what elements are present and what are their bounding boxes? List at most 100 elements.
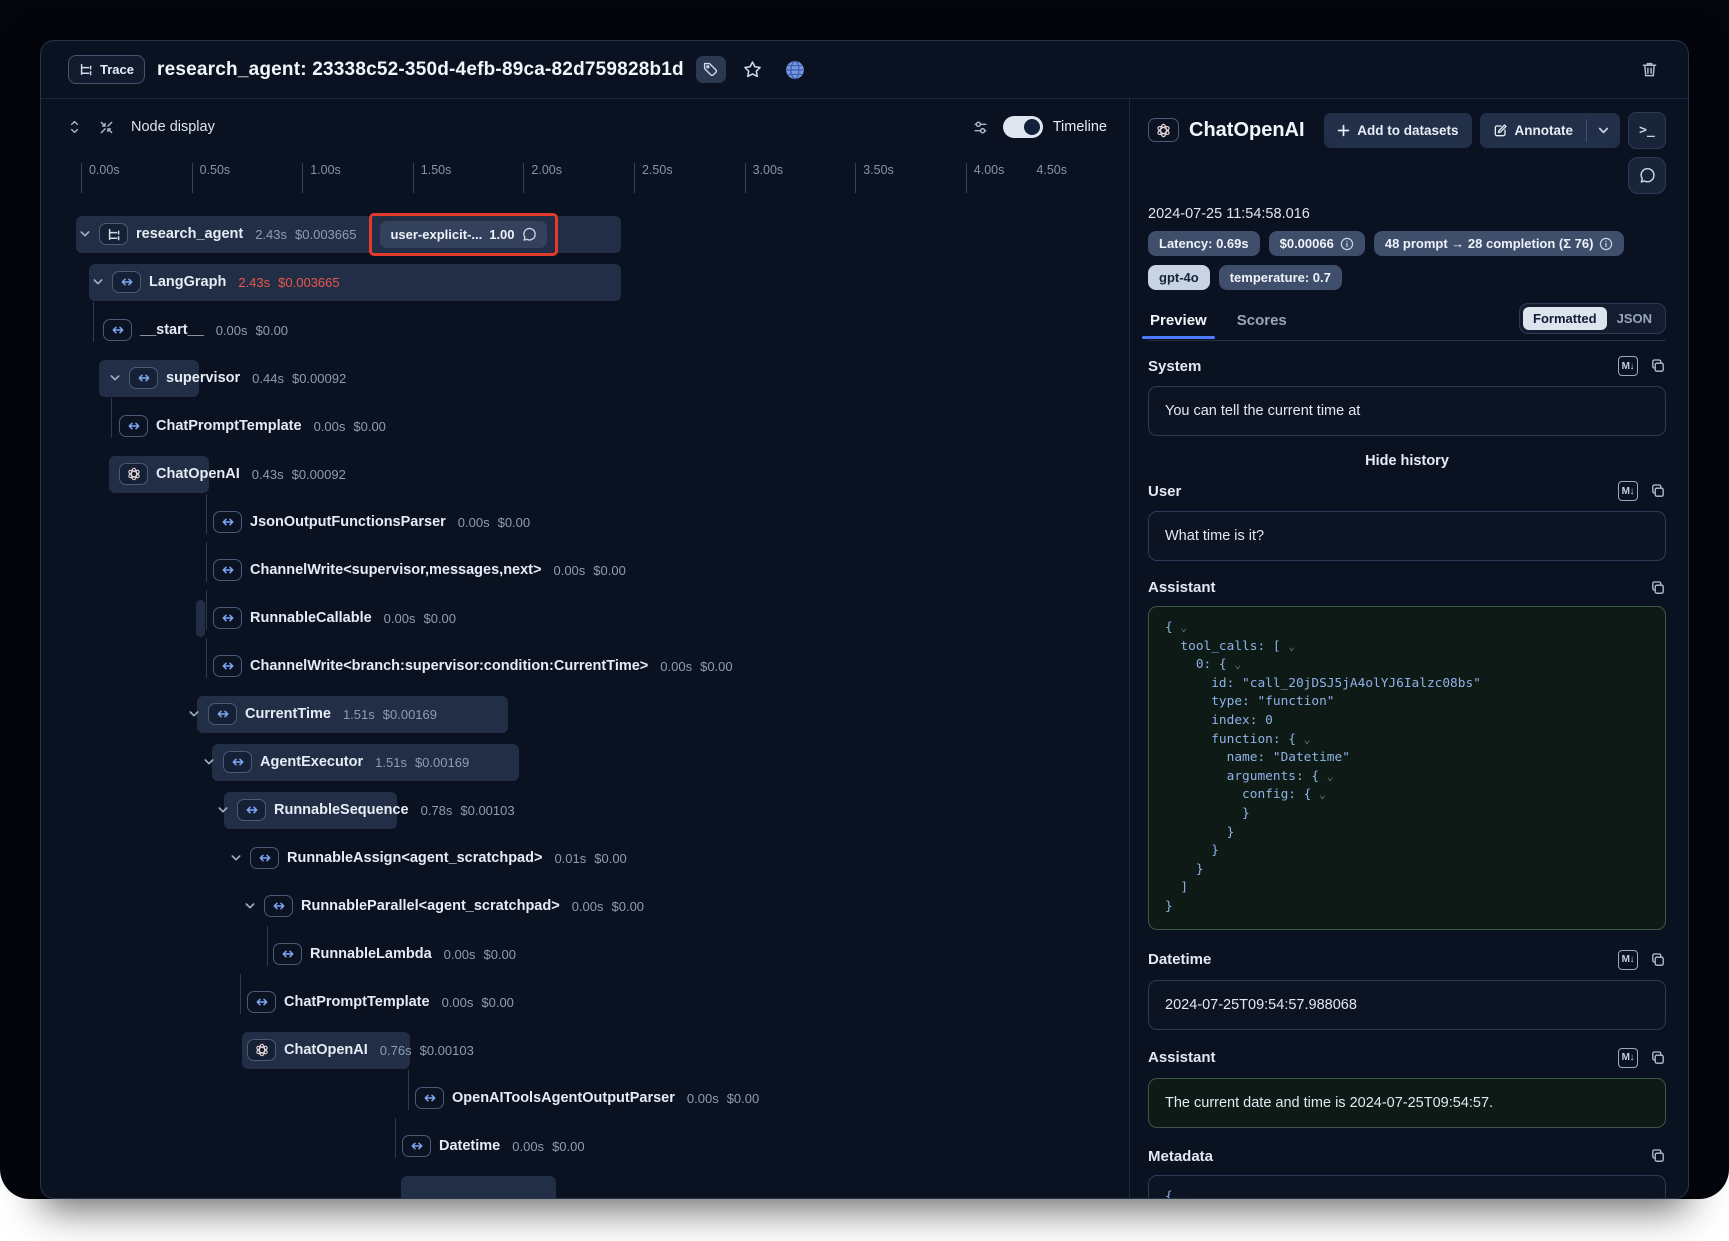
- timeline-tick: [302, 163, 303, 193]
- trace-tree-row[interactable]: ChannelWrite<branch:supervisor:condition…: [41, 642, 1129, 690]
- cost-badge[interactable]: $0.00066: [1269, 231, 1365, 256]
- trace-badge[interactable]: Trace: [68, 55, 145, 84]
- node-cost: $0.00: [256, 323, 289, 338]
- terminal-icon: [1639, 123, 1655, 138]
- timeline-tick-label: 1.00s: [310, 163, 341, 177]
- collapse-all-button[interactable]: [95, 114, 117, 141]
- node-name: __start__: [140, 322, 204, 338]
- copy-icon[interactable]: [1650, 1148, 1666, 1164]
- tree-guide-line: [206, 542, 207, 582]
- trace-tree-row[interactable]: ChatOpenAI0.43s$0.00092: [41, 450, 1129, 498]
- copy-icon[interactable]: [1650, 483, 1666, 499]
- chevron-down-icon[interactable]: [79, 228, 91, 240]
- timeline-tick-label: 3.50s: [863, 163, 894, 177]
- timeline-tick: [81, 163, 82, 193]
- trace-tree-row[interactable]: RunnableLambda0.00s$0.00: [41, 930, 1129, 978]
- feedback-bubble-button[interactable]: [1628, 157, 1666, 194]
- trace-tree-row[interactable]: ChatPromptTemplate0.00s$0.00: [41, 402, 1129, 450]
- trace-tree-row[interactable]: research_agent2.43s$0.003665user-explici…: [41, 210, 1129, 258]
- metadata-code[interactable]: { ⌄ tags: [ ⌄: [1165, 1188, 1649, 1199]
- format-toggle: Formatted JSON: [1519, 303, 1666, 334]
- trace-tree-row[interactable]: ChatPromptTemplate0.00s$0.00: [41, 978, 1129, 1026]
- add-to-datasets-button[interactable]: Add to datasets: [1324, 113, 1471, 148]
- chevron-down-icon[interactable]: [230, 852, 242, 864]
- node-latency: 1.51s: [343, 707, 375, 722]
- trace-tree-row[interactable]: AgentExecutor1.51s$0.00169: [41, 738, 1129, 786]
- node-cost: $0.00092: [292, 467, 346, 482]
- tokens-badge[interactable]: 48 prompt → 28 completion (Σ 76): [1374, 231, 1625, 256]
- trace-tree-row[interactable]: RunnableParallel<agent_scratchpad>0.00s$…: [41, 882, 1129, 930]
- tag-button[interactable]: [696, 56, 726, 83]
- node-latency: 2.43s: [255, 227, 287, 242]
- run-stats-row: Latency: 0.69s $0.00066 48 prompt → 28 c…: [1148, 231, 1666, 256]
- unfold-icon: [67, 119, 82, 135]
- section-system: System You can tell the current time at: [1148, 356, 1666, 436]
- trace-tree-row[interactable]: CurrentTime1.51s$0.00169: [41, 690, 1129, 738]
- node-name: ChatOpenAI: [156, 466, 240, 482]
- metadata-label: Metadata: [1148, 1148, 1213, 1165]
- runnable-icon: [208, 703, 237, 725]
- tree-guide-line: [395, 1118, 396, 1158]
- copy-icon[interactable]: [1650, 358, 1666, 374]
- trace-tree-row[interactable]: JsonOutputFunctionsParser0.00s$0.00: [41, 498, 1129, 546]
- node-name: AgentExecutor: [260, 754, 363, 770]
- node-cost: $0.00169: [415, 755, 469, 770]
- system-message: You can tell the current time at: [1148, 386, 1666, 436]
- copy-icon[interactable]: [1650, 952, 1666, 968]
- markdown-icon[interactable]: [1618, 481, 1638, 501]
- node-cost: $0.00: [594, 851, 627, 866]
- trace-tree-row[interactable]: RunnableAssign<agent_scratchpad>0.01s$0.…: [41, 834, 1129, 882]
- trace-tree-row[interactable]: supervisor0.44s$0.00092: [41, 354, 1129, 402]
- star-button[interactable]: [738, 56, 768, 83]
- trace-tree-row[interactable]: LangGraph2.43s$0.003665: [41, 258, 1129, 306]
- node-name: OpenAIToolsAgentOutputParser: [452, 1090, 675, 1106]
- chevron-down-icon[interactable]: [244, 900, 256, 912]
- run-timestamp: 2024-07-25 11:54:58.016: [1148, 206, 1666, 222]
- markdown-icon[interactable]: [1618, 356, 1638, 376]
- trace-tree-row[interactable]: Datetime0.00s$0.00: [41, 1122, 1129, 1170]
- tab-scores[interactable]: Scores: [1235, 306, 1289, 338]
- trace-tree-row[interactable]: __start__0.00s$0.00: [41, 306, 1129, 354]
- markdown-icon[interactable]: [1618, 950, 1638, 970]
- chevron-down-icon[interactable]: [203, 756, 215, 768]
- node-latency: 0.76s: [380, 1043, 412, 1058]
- tree-guide-line: [93, 302, 94, 342]
- timeline-tick-label: 1.50s: [421, 163, 452, 177]
- markdown-icon[interactable]: [1618, 1048, 1638, 1068]
- trace-tree-row[interactable]: RunnableSequence0.78s$0.00103: [41, 786, 1129, 834]
- chevron-down-icon[interactable]: [92, 276, 104, 288]
- format-formatted-option[interactable]: Formatted: [1523, 307, 1607, 330]
- playground-button[interactable]: [1628, 112, 1666, 149]
- format-json-option[interactable]: JSON: [1607, 307, 1662, 330]
- copy-icon[interactable]: [1650, 1050, 1666, 1066]
- node-cost: $0.00: [727, 1091, 760, 1106]
- trace-tree-row[interactable]: RunnableCallable0.00s$0.00: [41, 594, 1129, 642]
- node-latency: 0.00s: [553, 563, 585, 578]
- star-icon: [743, 60, 762, 79]
- annotate-dropdown-button[interactable]: [1587, 113, 1620, 148]
- chevron-down-icon[interactable]: [109, 372, 121, 384]
- runnable-icon: [223, 751, 252, 773]
- annotate-button[interactable]: Annotate: [1480, 113, 1587, 148]
- trace-badge-label: Trace: [100, 62, 134, 77]
- tab-preview[interactable]: Preview: [1148, 306, 1209, 338]
- chevron-down-icon[interactable]: [217, 804, 229, 816]
- display-settings-button[interactable]: [969, 114, 993, 141]
- feedback-chip[interactable]: user-explicit-...1.00: [380, 221, 546, 248]
- runnable-icon: [213, 607, 242, 629]
- copy-icon[interactable]: [1650, 580, 1666, 596]
- toolcall-code[interactable]: { ⌄ tool_calls: [ ⌄ 0: { ⌄ id: "call_20j…: [1165, 619, 1649, 917]
- chevron-down-icon[interactable]: [188, 708, 200, 720]
- trace-tree-row[interactable]: ChatOpenAI0.76s$0.00103: [41, 1026, 1129, 1074]
- trace-tree-row[interactable]: OpenAIToolsAgentOutputParser0.00s$0.00: [41, 1074, 1129, 1122]
- node-cost: $0.00: [498, 515, 531, 530]
- run-title: ChatOpenAI: [1189, 119, 1305, 142]
- globe-button[interactable]: [780, 56, 810, 83]
- timeline-toggle[interactable]: [1003, 116, 1043, 138]
- delete-trace-button[interactable]: [1634, 56, 1664, 83]
- hide-history-link[interactable]: Hide history: [1148, 453, 1666, 469]
- trace-tree-row[interactable]: ChannelWrite<supervisor,messages,next>0.…: [41, 546, 1129, 594]
- expand-all-button[interactable]: [63, 114, 85, 141]
- runnable-icon: [273, 943, 302, 965]
- info-icon: [1599, 237, 1613, 251]
